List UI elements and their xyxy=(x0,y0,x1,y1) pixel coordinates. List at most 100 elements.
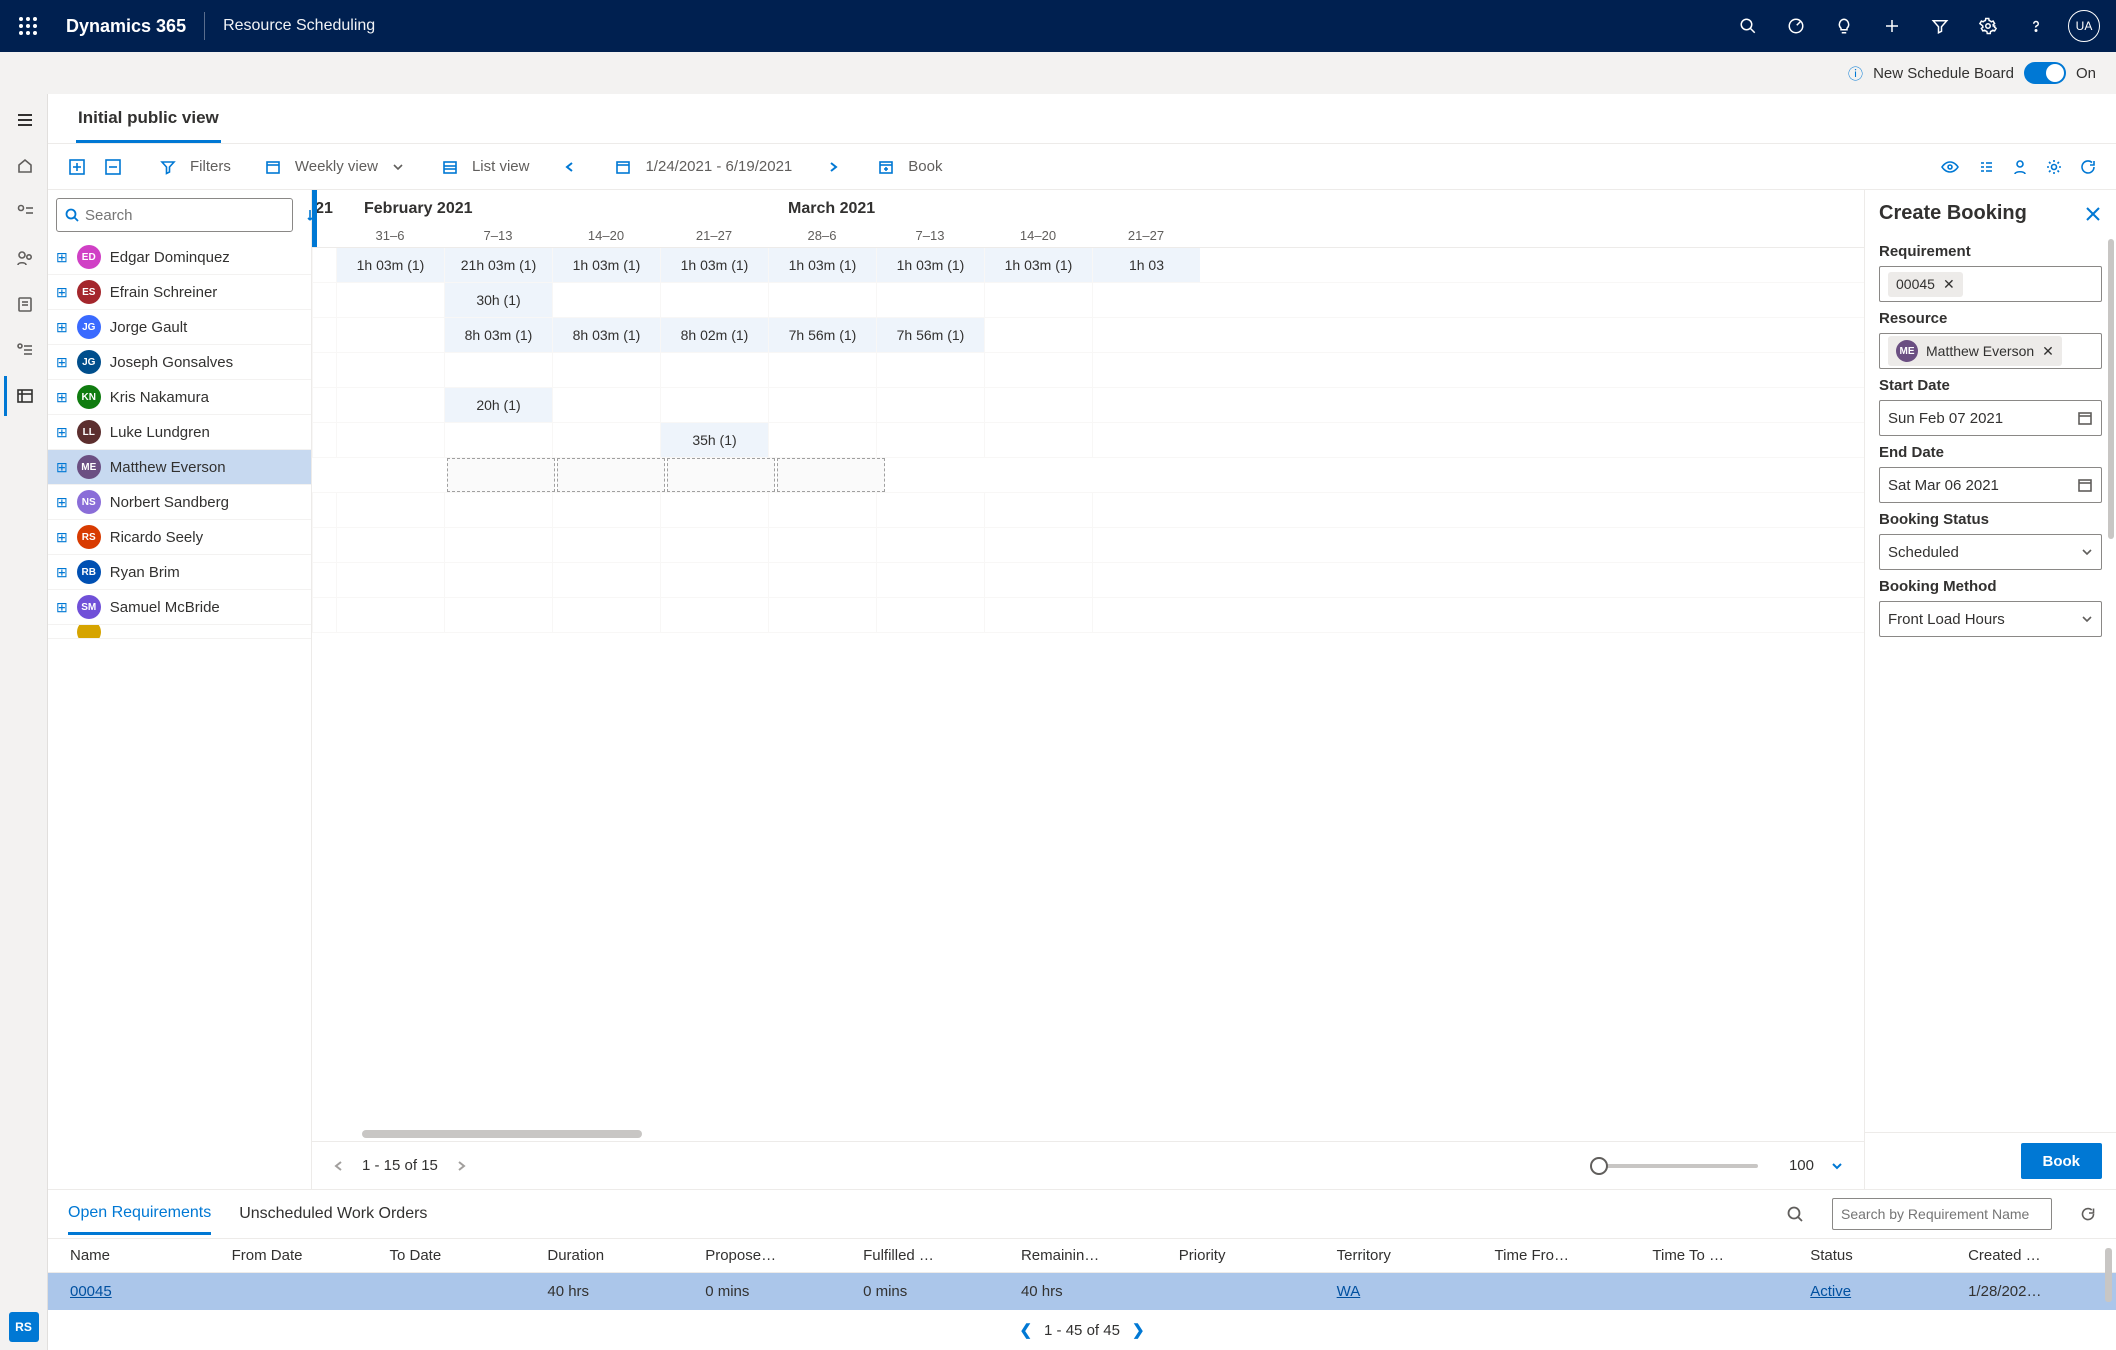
resource-row[interactable]: ⊞ ES Efrain Schreiner xyxy=(48,275,311,310)
calendar-view-icon[interactable] xyxy=(261,155,285,179)
end-date-field[interactable]: Sat Mar 06 2021 xyxy=(1879,467,2102,503)
resource-row[interactable]: ⊞ RS Ricardo Seely xyxy=(48,520,311,555)
grid-cell[interactable] xyxy=(444,423,552,457)
status-link[interactable]: Active xyxy=(1810,1283,1851,1300)
grid-cell[interactable] xyxy=(1092,423,1200,457)
grid-cell[interactable] xyxy=(984,423,1092,457)
grid-cell[interactable] xyxy=(444,598,552,632)
column-header[interactable]: Time To … xyxy=(1642,1239,1800,1273)
column-header[interactable]: Created … xyxy=(1958,1239,2116,1273)
grid-cell[interactable]: 1h 03m (1) xyxy=(876,248,984,282)
grid-cell[interactable] xyxy=(768,353,876,387)
grid-cell[interactable] xyxy=(447,458,555,492)
expand-icon[interactable]: ⊞ xyxy=(56,529,68,546)
grid-cell[interactable] xyxy=(552,423,660,457)
search-icon[interactable] xyxy=(1786,1205,1804,1223)
grid-cell[interactable] xyxy=(336,388,444,422)
resource-row[interactable]: ⊞ JG Jorge Gault xyxy=(48,310,311,345)
booking[interactable]: 1h 03m (1) xyxy=(337,248,444,282)
grid-cell[interactable] xyxy=(1092,493,1200,527)
chevron-down-icon[interactable] xyxy=(2081,613,2093,625)
grid-cell[interactable] xyxy=(777,458,885,492)
booking[interactable]: 21h 03m (1) xyxy=(445,248,552,282)
grid-cell[interactable] xyxy=(336,563,444,597)
grid-cell[interactable] xyxy=(768,598,876,632)
grid-cell[interactable] xyxy=(1092,318,1200,352)
grid-row[interactable] xyxy=(312,458,1864,493)
column-header[interactable]: Time Fro… xyxy=(1485,1239,1643,1273)
prev-page-icon[interactable]: ❮ xyxy=(1019,1321,1032,1339)
column-header[interactable]: Duration xyxy=(537,1239,695,1273)
grid-cell[interactable] xyxy=(984,388,1092,422)
grid-cell[interactable] xyxy=(336,598,444,632)
grid-cell[interactable] xyxy=(336,528,444,562)
grid-cell[interactable] xyxy=(1092,353,1200,387)
grid-cell[interactable] xyxy=(444,493,552,527)
grid-cell[interactable]: 1h 03m (1) xyxy=(768,248,876,282)
grid-cell[interactable] xyxy=(337,458,445,492)
clipboard-icon[interactable] xyxy=(4,284,44,324)
calendar-icon[interactable] xyxy=(2077,477,2093,493)
grid-cell[interactable] xyxy=(667,458,775,492)
people-icon[interactable] xyxy=(4,238,44,278)
date-range[interactable]: 1/24/2021 - 6/19/2021 xyxy=(645,158,792,175)
search-input[interactable] xyxy=(85,207,284,224)
column-header[interactable]: Territory xyxy=(1327,1239,1485,1273)
booking[interactable]: 30h (1) xyxy=(445,283,552,317)
book-icon[interactable] xyxy=(874,155,898,179)
filter-toolbar-icon[interactable] xyxy=(156,155,180,179)
expand-icon[interactable]: ⊞ xyxy=(56,284,68,301)
grid-row[interactable]: 8h 03m (1)8h 03m (1)8h 02m (1)7h 56m (1)… xyxy=(312,318,1864,353)
filter-icon[interactable] xyxy=(1916,2,1964,50)
next-page-icon[interactable]: ❯ xyxy=(1132,1321,1145,1339)
chevron-down-icon[interactable] xyxy=(1830,1159,1844,1173)
grid-cell[interactable] xyxy=(984,528,1092,562)
column-header[interactable]: Propose… xyxy=(695,1239,853,1273)
grid-cell[interactable] xyxy=(660,528,768,562)
grid-cell[interactable] xyxy=(1092,563,1200,597)
table-scrollbar[interactable] xyxy=(2105,1248,2112,1302)
user-avatar[interactable]: UA xyxy=(2068,10,2100,42)
search-icon[interactable] xyxy=(1724,2,1772,50)
grid-cell[interactable]: 21h 03m (1) xyxy=(444,248,552,282)
info-icon[interactable]: ⓘ xyxy=(1848,63,1863,84)
gear-toolbar-icon[interactable] xyxy=(2042,155,2066,179)
grid-cell[interactable] xyxy=(1107,458,1215,492)
chevron-down-icon[interactable] xyxy=(2081,546,2093,558)
filters-button[interactable]: Filters xyxy=(190,158,231,175)
grid-cell[interactable] xyxy=(336,283,444,317)
grid-cell[interactable] xyxy=(660,388,768,422)
grid-cell[interactable] xyxy=(660,283,768,317)
horizontal-scrollbar[interactable] xyxy=(312,1127,1864,1141)
grid-cell[interactable] xyxy=(1092,388,1200,422)
grid-row[interactable] xyxy=(312,563,1864,598)
grid-cell[interactable] xyxy=(984,598,1092,632)
booking[interactable]: 1h 03m (1) xyxy=(769,248,876,282)
book-button[interactable]: Book xyxy=(908,158,942,175)
app-launcher-icon[interactable] xyxy=(8,6,48,46)
column-header[interactable]: Fulfilled … xyxy=(853,1239,1011,1273)
grid-cell[interactable] xyxy=(444,563,552,597)
grid-cell[interactable] xyxy=(768,283,876,317)
tab-open-requirements[interactable]: Open Requirements xyxy=(68,1194,211,1235)
calendar-icon[interactable] xyxy=(2077,410,2093,426)
resource-row[interactable]: ⊞ LL Luke Lundgren xyxy=(48,415,311,450)
panel-scrollbar[interactable] xyxy=(2108,239,2114,539)
grid-row[interactable]: 30h (1) xyxy=(312,283,1864,318)
grid-cell[interactable] xyxy=(876,353,984,387)
eye-icon[interactable] xyxy=(1936,155,1964,179)
grid-cell[interactable]: 1h 03m (1) xyxy=(336,248,444,282)
module-title[interactable]: Resource Scheduling xyxy=(205,17,393,35)
grid-cell[interactable] xyxy=(876,388,984,422)
booking[interactable]: 35h (1) xyxy=(661,423,768,457)
grid-cell[interactable] xyxy=(876,598,984,632)
expand-icon[interactable]: ⊞ xyxy=(56,354,68,371)
resource-row[interactable]: ⊞ ME Matthew Everson xyxy=(48,450,311,485)
resource-row[interactable]: ⊞ KN Kris Nakamura xyxy=(48,380,311,415)
booking[interactable]: 7h 56m (1) xyxy=(769,318,876,352)
tab-initial-view[interactable]: Initial public view xyxy=(76,96,221,143)
remove-chip-icon[interactable]: ✕ xyxy=(2042,343,2054,360)
grid-cell[interactable] xyxy=(768,528,876,562)
column-header[interactable]: Priority xyxy=(1169,1239,1327,1273)
requirement-link[interactable]: 00045 xyxy=(70,1283,112,1300)
